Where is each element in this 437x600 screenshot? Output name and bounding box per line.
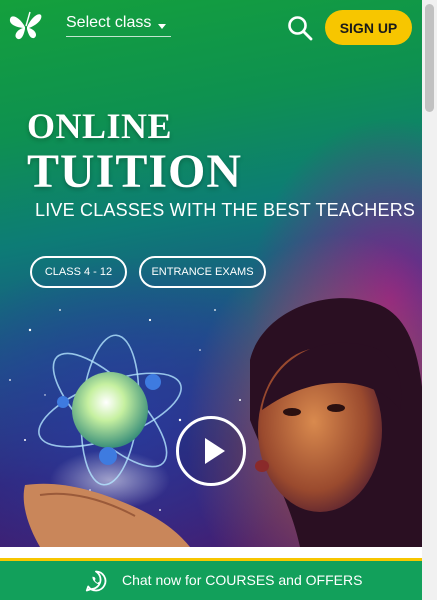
search-icon[interactable] [286, 14, 314, 42]
play-icon [205, 438, 225, 464]
whatsapp-icon [85, 570, 107, 592]
chat-now-bar[interactable]: Chat now for COURSES and OFFERS [0, 558, 422, 600]
class-4-12-button[interactable]: CLASS 4 - 12 [30, 256, 127, 288]
scrollbar-thumb[interactable] [425, 4, 434, 112]
hero-title-line-2: TUITION [27, 145, 243, 198]
chevron-down-icon [158, 24, 166, 29]
butterfly-logo-icon[interactable] [9, 10, 43, 42]
page-scrollbar[interactable] [422, 0, 437, 600]
signup-button[interactable]: SIGN UP [325, 10, 412, 45]
class-select-label: Select class [66, 14, 152, 31]
hero-banner: Select class SIGN UP ONLINE TUITION LIVE… [0, 0, 422, 547]
hero-tagline: LIVE CLASSES WITH THE BEST TEACHERS [35, 200, 416, 220]
chat-now-label: Chat now for COURSES and OFFERS [122, 572, 363, 588]
class-select-dropdown[interactable]: Select class [66, 12, 171, 37]
entrance-exams-button[interactable]: ENTRANCE EXAMS [139, 256, 266, 288]
video-play-button[interactable] [176, 416, 246, 486]
hero-title-line-1: ONLINE [27, 106, 173, 146]
top-navigation-bar: Select class SIGN UP [0, 0, 422, 56]
